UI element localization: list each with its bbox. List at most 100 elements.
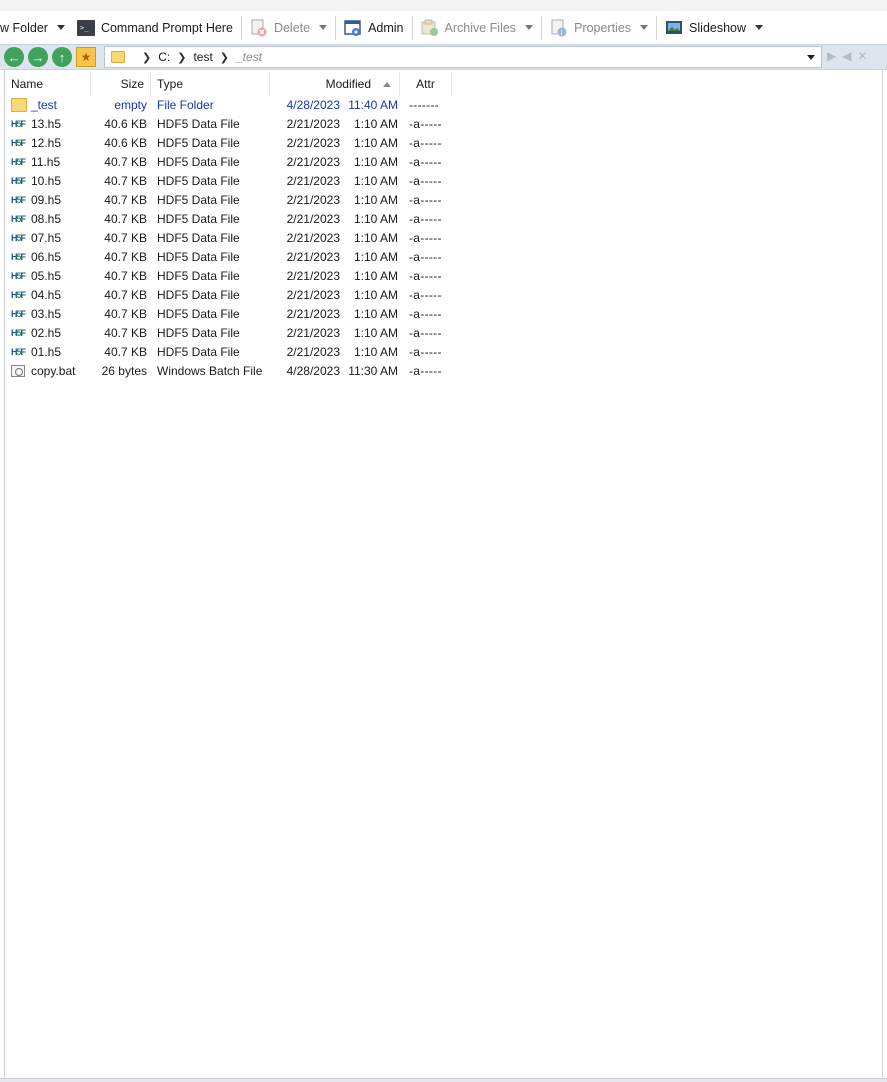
hdf5-file-icon: H5F (11, 251, 26, 262)
hdf5-file-icon: H5F (11, 327, 26, 338)
file-name: 13.h5 (31, 116, 62, 131)
slideshow-button[interactable]: Slideshow (659, 15, 769, 41)
back-button[interactable]: ← (4, 47, 24, 67)
size-cell: 40.7 KB (104, 306, 147, 321)
chevron-down-icon[interactable] (525, 25, 534, 30)
properties-button[interactable]: i Properties (544, 15, 654, 41)
file-name: 04.h5 (31, 287, 62, 302)
file-name: 09.h5 (31, 192, 62, 207)
date-cell: 2/21/2023 (286, 173, 340, 188)
table-row[interactable]: H5F 07.h5 40.7 KB HDF5 Data File 2/21/20… (5, 228, 465, 247)
close-icon[interactable]: ✕ (857, 49, 867, 63)
name-cell: H5F 07.h5 (5, 231, 91, 245)
attr-cell: -a----- (409, 268, 442, 283)
table-row[interactable]: H5F 03.h5 40.7 KB HDF5 Data File 2/21/20… (5, 304, 465, 323)
attr-cell: -a----- (409, 306, 442, 321)
table-row[interactable]: H5F 12.h5 40.6 KB HDF5 Data File 2/21/20… (5, 133, 465, 152)
hdf5-file-icon: H5F (11, 137, 26, 148)
table-row[interactable]: H5F 08.h5 40.7 KB HDF5 Data File 2/21/20… (5, 209, 465, 228)
attr-cell: -a----- (409, 344, 442, 359)
attr-cell: -a----- (409, 135, 442, 150)
delete-icon (250, 19, 268, 37)
arrow-left-icon: ← (7, 49, 21, 65)
size-cell: 40.6 KB (104, 116, 147, 131)
date-cell: 4/28/2023 (286, 97, 340, 112)
table-row[interactable]: H5F 10.h5 40.7 KB HDF5 Data File 2/21/20… (5, 171, 465, 190)
chevron-right-icon[interactable]: ❯ (220, 51, 229, 64)
chevron-down-icon[interactable] (755, 25, 764, 30)
admin-label: Admin (368, 20, 404, 35)
command-prompt-button[interactable]: >_ Command Prompt Here (71, 15, 239, 41)
swap-pane-icon[interactable]: ◀ (842, 49, 851, 63)
attr-cell: ------- (409, 97, 440, 112)
size-cell: 40.7 KB (104, 154, 147, 169)
hdf5-file-icon: H5F (11, 194, 26, 205)
name-cell: H5F 02.h5 (5, 326, 91, 340)
date-cell: 2/21/2023 (286, 325, 340, 340)
time-cell: 1:10 AM (353, 268, 398, 283)
table-row[interactable]: H5F 06.h5 40.7 KB HDF5 Data File 2/21/20… (5, 247, 465, 266)
toolbar-separator (656, 15, 658, 40)
chevron-right-icon[interactable]: ❯ (177, 51, 186, 64)
svg-text:i: i (561, 29, 563, 37)
delete-button[interactable]: Delete (244, 15, 333, 41)
table-row[interactable]: _test empty File Folder 4/28/2023 11:40 … (5, 95, 465, 114)
date-cell: 2/21/2023 (286, 192, 340, 207)
admin-icon (344, 19, 362, 37)
folder-icon (111, 51, 125, 63)
arrow-right-icon: → (31, 49, 45, 65)
favorites-button[interactable]: ★ (76, 47, 96, 67)
attr-cell: -a----- (409, 192, 442, 207)
attr-cell: -a----- (409, 363, 442, 378)
table-row[interactable]: H5F 09.h5 40.7 KB HDF5 Data File 2/21/20… (5, 190, 465, 209)
type-cell: HDF5 Data File (157, 135, 240, 150)
address-dropdown-icon[interactable] (807, 55, 815, 60)
size-cell: 40.7 KB (104, 211, 147, 226)
name-cell: H5F 12.h5 (5, 136, 91, 150)
file-rows: _test empty File Folder 4/28/2023 11:40 … (5, 95, 465, 380)
table-row[interactable]: H5F 11.h5 40.7 KB HDF5 Data File 2/21/20… (5, 152, 465, 171)
column-name[interactable]: Name (5, 72, 91, 96)
chevron-down-icon[interactable] (319, 25, 328, 30)
time-cell: 1:10 AM (353, 173, 398, 188)
column-size[interactable]: Size (91, 72, 151, 96)
time-cell: 1:10 AM (353, 325, 398, 340)
new-folder-button[interactable]: w Folder (0, 15, 71, 41)
column-attr[interactable]: Attr (400, 72, 452, 96)
next-pane-icon[interactable]: ▶ (827, 49, 836, 63)
table-row[interactable]: H5F 02.h5 40.7 KB HDF5 Data File 2/21/20… (5, 323, 465, 342)
table-row[interactable]: H5F 01.h5 40.7 KB HDF5 Data File 2/21/20… (5, 342, 465, 361)
file-name: 05.h5 (31, 268, 62, 283)
properties-icon: i (550, 19, 568, 37)
name-cell: H5F 09.h5 (5, 193, 91, 207)
table-row[interactable]: H5F 05.h5 40.7 KB HDF5 Data File 2/21/20… (5, 266, 465, 285)
time-cell: 11:40 AM (348, 97, 398, 112)
size-cell: 40.7 KB (104, 268, 147, 283)
archive-files-button[interactable]: Archive Files (415, 15, 540, 41)
column-modified[interactable]: Modified (270, 72, 400, 96)
table-row[interactable]: copy.bat 26 bytes Windows Batch File 4/2… (5, 361, 465, 380)
breadcrumb-drive[interactable]: C: (158, 50, 170, 64)
type-cell: HDF5 Data File (157, 230, 240, 245)
breadcrumb[interactable]: ❯ C: ❯ test ❯ _test (104, 46, 822, 68)
time-cell: 1:10 AM (353, 211, 398, 226)
date-cell: 2/21/2023 (286, 249, 340, 264)
file-name: 11.h5 (31, 154, 61, 169)
forward-button[interactable]: → (28, 47, 48, 67)
breadcrumb-test[interactable]: test (193, 50, 212, 64)
toolbar-separator (411, 15, 413, 40)
chevron-right-icon[interactable]: ❯ (142, 51, 151, 64)
file-name: 07.h5 (31, 230, 62, 245)
column-type[interactable]: Type (151, 72, 270, 96)
breadcrumb-current[interactable]: _test (236, 50, 262, 64)
time-cell: 1:10 AM (353, 344, 398, 359)
name-cell: H5F 05.h5 (5, 269, 91, 283)
table-row[interactable]: H5F 04.h5 40.7 KB HDF5 Data File 2/21/20… (5, 285, 465, 304)
table-row[interactable]: H5F 13.h5 40.6 KB HDF5 Data File 2/21/20… (5, 114, 465, 133)
chevron-down-icon[interactable] (640, 25, 649, 30)
archive-files-label: Archive Files (444, 20, 517, 35)
admin-button[interactable]: Admin (338, 15, 409, 41)
chevron-down-icon[interactable] (56, 25, 65, 30)
name-cell: H5F 03.h5 (5, 307, 91, 321)
up-button[interactable]: ↑ (52, 47, 72, 67)
